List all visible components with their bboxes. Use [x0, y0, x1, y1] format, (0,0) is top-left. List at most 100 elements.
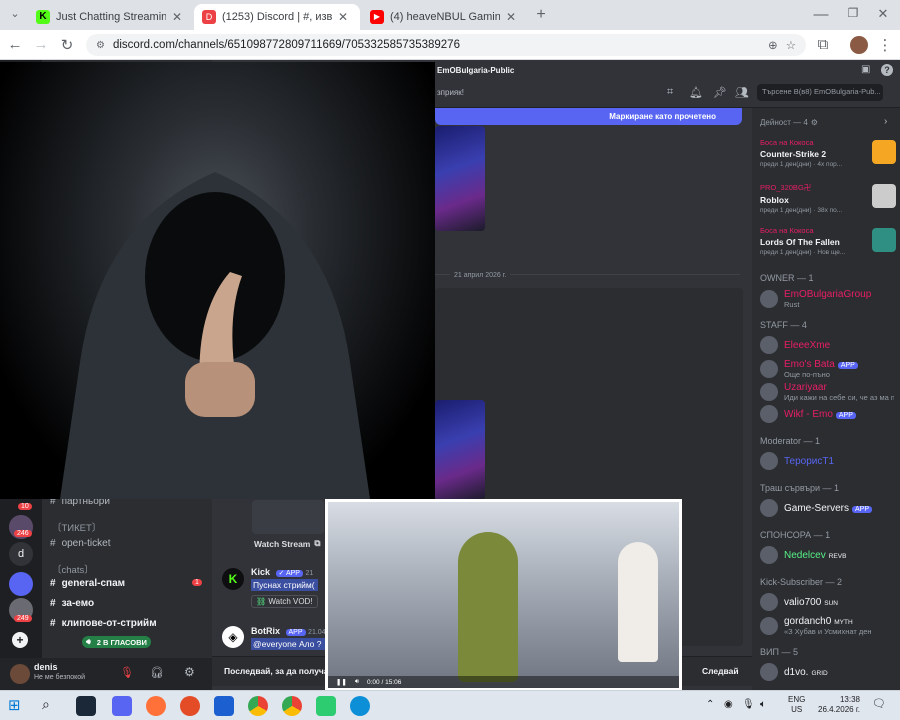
message-author[interactable]: BotRix [251, 626, 280, 636]
avatar [760, 452, 778, 470]
kick-avatar[interactable]: K [222, 568, 244, 590]
channel-item-general[interactable]: # general-спам [50, 578, 125, 589]
add-server-icon[interactable]: + [12, 632, 28, 648]
settings-gear-icon[interactable]: ⚙ [184, 665, 195, 679]
windows-start-icon[interactable]: ⊞ [8, 696, 21, 714]
member-item[interactable]: Game-Servers APP [760, 499, 873, 517]
member-status: Още по-пъно [784, 370, 830, 379]
voice-pill[interactable]: 🔊︎ 2 В ГЛАСОВИ [82, 636, 151, 648]
avatar [760, 546, 778, 564]
search-icon[interactable]: ⌕ [42, 696, 50, 713]
edge-icon[interactable] [350, 696, 370, 716]
tab-search-icon[interactable]: ⌄ [6, 7, 24, 20]
firefox-alt-icon[interactable] [180, 696, 200, 716]
member-item[interactable]: valio700 SUN [760, 593, 838, 611]
volume-icon[interactable]: 🔊︎ [355, 678, 359, 686]
member-item[interactable]: ТерорисТ1 [760, 452, 834, 470]
activity-card[interactable]: PRO_320BG卍 Roblox преди 1 ден(дни) · 38х… [760, 182, 896, 222]
chrome-profile-icon[interactable] [282, 696, 302, 716]
site-info-icon[interactable]: ⚙ [96, 40, 105, 51]
member-item[interactable]: gordanch0 MYTH «З Хубав и Усмихнат ден [760, 616, 894, 636]
search-placeholder: Търсене В(в8) EmOBulgaria-Pub... [762, 87, 881, 96]
steam-icon[interactable] [76, 696, 96, 716]
pause-icon[interactable]: ❚❚ [336, 678, 347, 686]
language-indicator[interactable]: ENG US [788, 695, 805, 715]
notifications-icon[interactable]: 🗨︎ [872, 697, 886, 710]
member-item[interactable]: d1vo. GRID [760, 663, 828, 681]
threads-icon[interactable]: ⌗ [667, 86, 673, 99]
forward-icon[interactable]: → [32, 36, 50, 53]
minimize-button[interactable]: — [812, 6, 830, 23]
help-icon[interactable]: ? [881, 64, 893, 76]
mark-read-label: Маркиране като прочетено [609, 111, 716, 121]
channel-item-open-ticket[interactable]: # open-ticket [50, 538, 110, 549]
firefox-icon[interactable] [146, 696, 166, 716]
bell-icon[interactable]: 🔔︎ [689, 86, 703, 99]
gear-icon[interactable]: ⚙ [811, 118, 818, 127]
close-tab-icon[interactable]: ✕ [506, 10, 516, 24]
tab-kick[interactable]: K Just Chatting Streaming - Live S ✕ [28, 4, 194, 30]
watch-stream-button[interactable]: Watch Stream ⧉ [254, 538, 320, 549]
search-input[interactable]: Търсене В(в8) EmOBulgaria-Pub... [757, 84, 883, 101]
region-code: US [791, 705, 803, 714]
category-label[interactable]: 〔ТИКЕТ〕 [52, 520, 101, 534]
channel-item-za-emo[interactable]: # за-емо [50, 598, 94, 609]
maximize-button[interactable]: ❐ [844, 6, 862, 20]
member-item[interactable]: Uzariyaar Иди кажи на себе си, че аз ма п… [760, 382, 894, 402]
username[interactable]: denis [34, 662, 58, 672]
app-icon[interactable] [316, 696, 336, 716]
members-icon[interactable]: 👥︎ [735, 86, 749, 99]
botrix-avatar[interactable]: ◈ [222, 626, 244, 648]
network-icon[interactable]: ◉ [724, 699, 733, 710]
mic-muted-icon[interactable]: 🎙︎ [120, 666, 134, 679]
reload-icon[interactable]: ↻ [58, 36, 76, 54]
browser-menu-icon[interactable]: ⋮ [876, 36, 894, 54]
extensions-icon[interactable]: ⧉ [814, 36, 832, 53]
member-item[interactable]: Wikf - Emo APP [760, 405, 856, 423]
follow-button[interactable]: Следвай [702, 666, 739, 676]
close-window-button[interactable]: ✕ [874, 6, 892, 22]
chevron-right-icon[interactable]: › [884, 116, 887, 127]
close-tab-icon[interactable]: ✕ [172, 10, 182, 24]
mic-icon[interactable]: 🎙︎ [742, 699, 755, 710]
ea-icon[interactable] [214, 696, 234, 716]
new-tab-button[interactable]: + [532, 6, 550, 24]
activity-card[interactable]: Боса на Кокоса Lords Of The Fallen преди… [760, 226, 896, 266]
embed-image[interactable] [435, 126, 485, 231]
member-item[interactable]: EmOBulgariaGroup Rust [760, 289, 894, 309]
picture-in-picture-video[interactable]: ❚❚ 🔊︎ 0:00 / 15:06 [325, 499, 682, 691]
profile-avatar[interactable] [850, 36, 868, 54]
activity-card[interactable]: Боса на Кокоса Counter-Strike 2 преди 1 … [760, 138, 896, 178]
member-item[interactable]: Nedelcev REVB [760, 546, 846, 564]
back-icon[interactable]: ← [6, 36, 24, 53]
game-cover-icon [872, 228, 896, 252]
headphones-icon[interactable]: 🎧︎ [150, 666, 164, 679]
watch-vod-button[interactable]: ⛓ Watch VOD! [251, 595, 318, 608]
category-label[interactable]: 〔chats〕 [52, 562, 94, 576]
server-icon-d[interactable]: d [9, 542, 33, 566]
close-tab-icon[interactable]: ✕ [338, 10, 348, 24]
member-item[interactable]: Emo's Bata APP Още по-пъно [760, 359, 894, 379]
pin-icon[interactable]: 📌︎ [713, 86, 727, 99]
clock[interactable]: 13:38 26.4.2026 г. [816, 695, 860, 715]
discord-icon[interactable] [112, 696, 132, 716]
zoom-icon[interactable]: ⊕ [768, 38, 778, 52]
embed-image[interactable] [435, 400, 485, 500]
member-name: EleeeXme [784, 339, 831, 351]
tab-youtube[interactable]: ▶ (4) heaveNBUL Gaming - YouTub ✕ [362, 4, 528, 30]
tab-discord[interactable]: D (1253) Discord | #, извести ✕ [194, 4, 360, 30]
volume-icon[interactable]: 🔈︎ [760, 699, 766, 710]
channel-item-clips[interactable]: # клипове-от-стрийм [50, 618, 157, 629]
member-item[interactable]: EleeeXme [760, 336, 830, 354]
server-folder-icon[interactable] [9, 572, 33, 596]
bookmark-star-icon[interactable]: ☆ [786, 38, 796, 52]
message-author[interactable]: Kick [251, 567, 270, 577]
mark-as-read-bar[interactable]: Маркиране като прочетено [435, 107, 742, 125]
tray-chevron-icon[interactable]: ⌃ [706, 699, 714, 710]
message-text: Пуснах стрийм( [251, 579, 318, 591]
user-avatar[interactable] [10, 664, 30, 684]
mention-badge: 1 [192, 579, 202, 586]
inbox-icon[interactable]: ▣ [861, 64, 870, 75]
url-omnibox[interactable]: ⚙ discord.com/channels/65109877280971166… [86, 34, 806, 56]
chrome-icon[interactable] [248, 696, 268, 716]
